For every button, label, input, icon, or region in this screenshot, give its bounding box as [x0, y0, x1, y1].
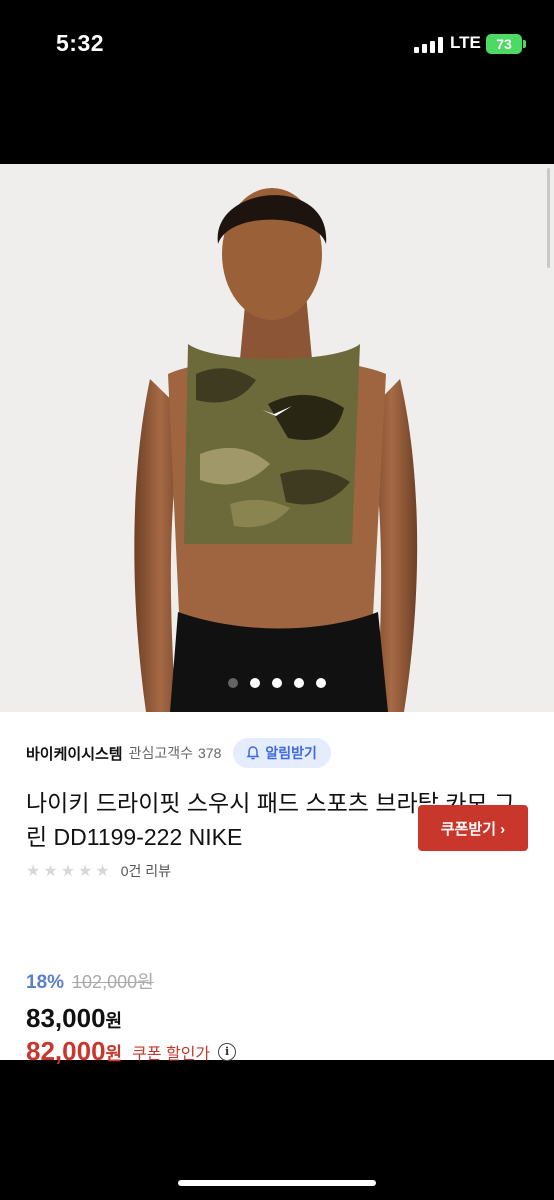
info-icon[interactable]: i — [218, 1042, 237, 1061]
gallery-dot[interactable] — [294, 678, 304, 688]
followers-count: 378 — [198, 745, 222, 761]
gallery-dot[interactable] — [316, 678, 326, 688]
battery-cap — [523, 40, 526, 48]
coupon-label: 쿠폰 할인가 — [132, 1045, 211, 1063]
battery-level: 73 — [496, 36, 512, 52]
home-indicator[interactable] — [178, 1180, 376, 1186]
rating-row[interactable]: ★★★★★ 0건 리뷰 — [26, 861, 171, 881]
status-bar: 5:32 LTE 73 — [0, 0, 554, 90]
follow-alert-label: 알림받기 — [265, 745, 317, 761]
discount-row: 18% 102,000원 — [26, 968, 154, 994]
discount-rate: 18% — [26, 972, 65, 993]
sale-price-unit: 원 — [105, 1011, 123, 1031]
coupon-row: 82,000원 쿠폰 할인가 i — [26, 1036, 237, 1067]
bell-plus-icon — [246, 746, 260, 760]
gallery-pagination — [0, 678, 554, 688]
coupon-price-amount: 82,000 — [26, 1036, 106, 1066]
product-page: 바이케이시스템 관심고객수 378 알림받기 나이키 드라이핏 스우시 패드 스… — [0, 164, 554, 1066]
product-image-gallery[interactable] — [0, 164, 554, 712]
seller-name[interactable]: 바이케이시스템 — [26, 743, 123, 764]
rating-stars-icon: ★★★★★ — [26, 863, 113, 880]
coupon-price: 82,000원 — [26, 1036, 122, 1067]
sale-price-amount: 83,000 — [26, 1003, 106, 1033]
gallery-dot[interactable] — [272, 678, 282, 688]
cellular-signal-icon — [414, 37, 444, 53]
gallery-dot[interactable] — [250, 678, 260, 688]
image-scrollbar[interactable] — [547, 168, 550, 268]
review-count: 0건 리뷰 — [120, 863, 172, 879]
follow-alert-button[interactable]: 알림받기 — [233, 738, 331, 768]
sale-price: 83,000원 — [26, 1003, 122, 1034]
product-photo — [134, 188, 418, 712]
seller-row: 바이케이시스템 관심고객수 378 알림받기 — [26, 737, 331, 769]
get-coupon-button[interactable]: 쿠폰받기 › — [418, 805, 528, 851]
original-price: 102,000원 — [72, 972, 154, 992]
battery-icon: 73 — [486, 34, 522, 54]
network-type: LTE — [450, 33, 481, 52]
coupon-price-unit: 원 — [105, 1044, 123, 1064]
gallery-dot[interactable] — [228, 678, 238, 688]
product-info: 바이케이시스템 관심고객수 378 알림받기 나이키 드라이핏 스우시 패드 스… — [0, 712, 554, 1066]
followers-label: 관심고객수 — [128, 745, 194, 761]
status-time: 5:32 — [56, 30, 105, 56]
